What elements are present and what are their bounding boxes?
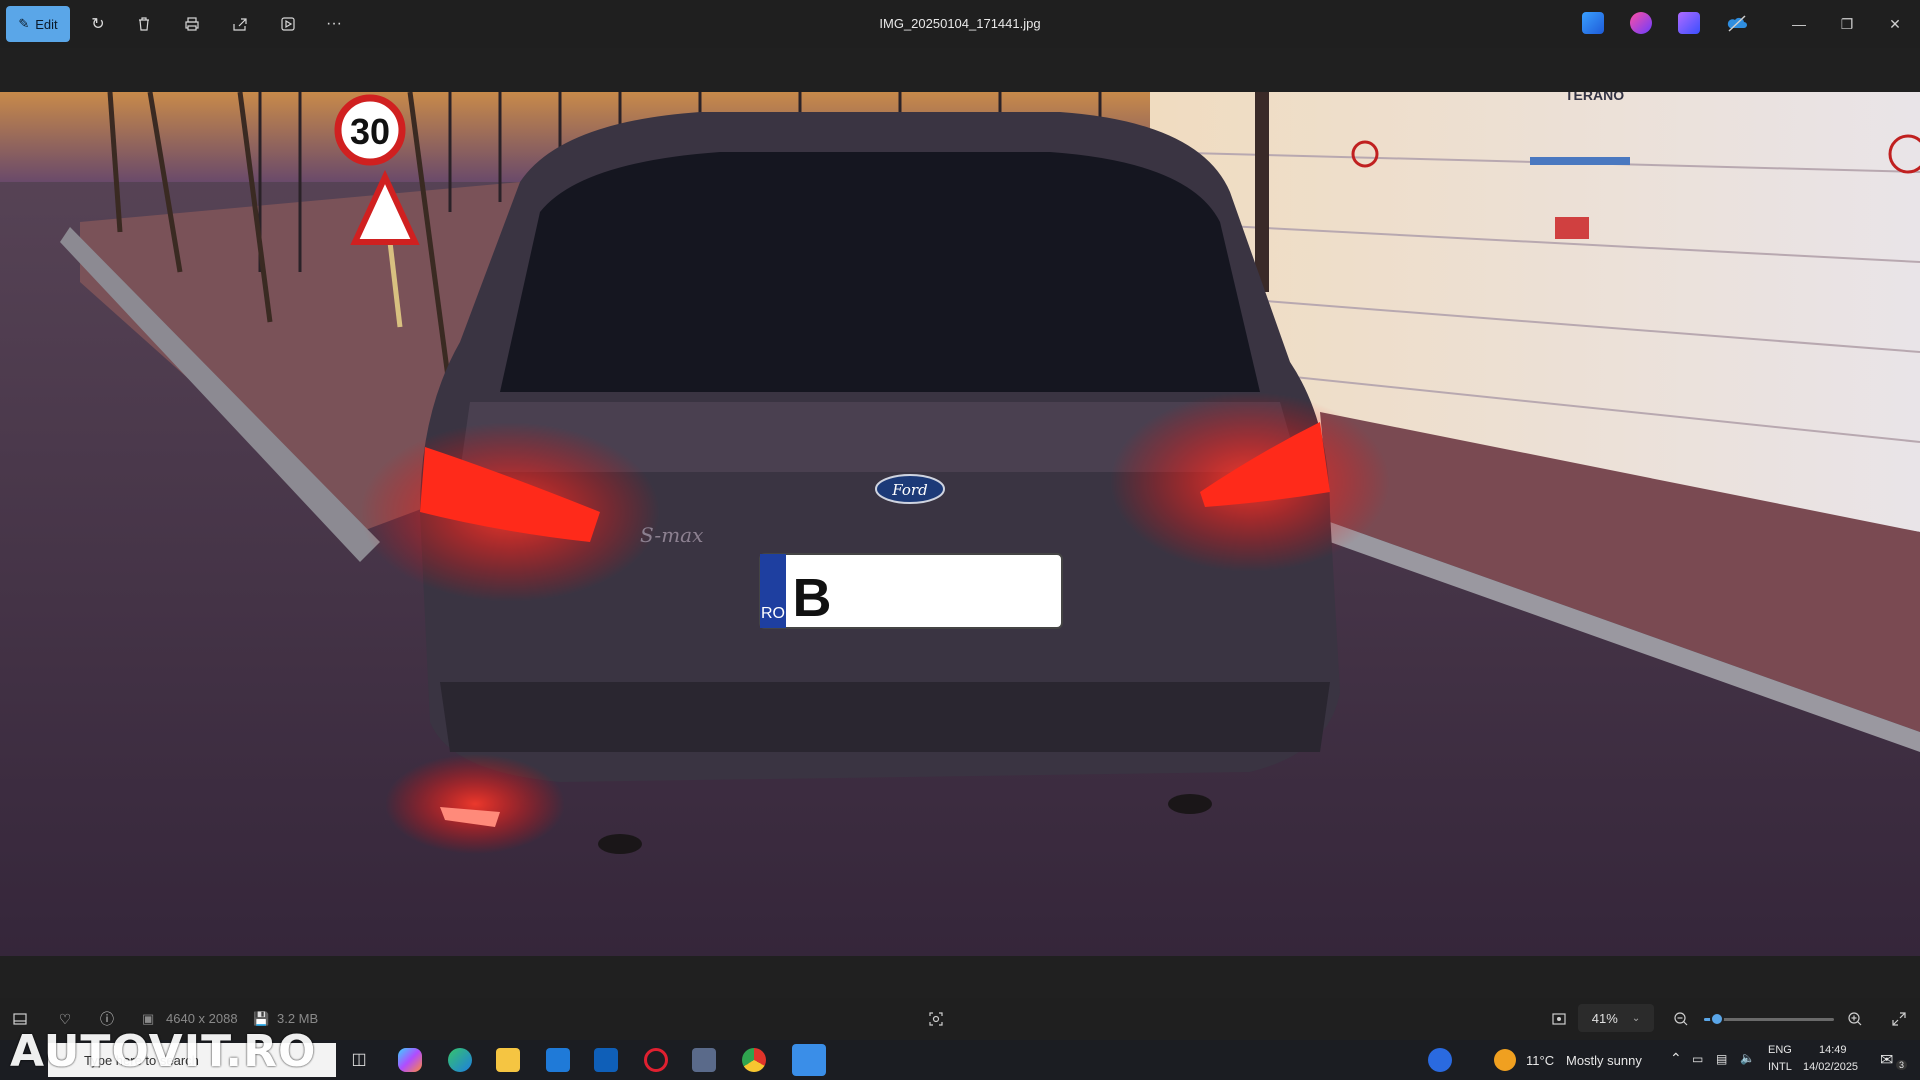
zoom-out-icon	[1674, 1012, 1688, 1026]
video-editor-icon[interactable]	[1678, 12, 1700, 34]
photo-image: TERANO 30 Ford S-max RO B	[0, 92, 1920, 956]
more-icon: ···	[326, 15, 342, 32]
more-options-button[interactable]: ···	[316, 6, 352, 42]
edit-label: Edit	[35, 16, 58, 32]
visual-search-button[interactable]	[925, 1008, 947, 1030]
edit-button[interactable]: ✎ Edit	[6, 6, 70, 42]
slideshow-icon	[281, 17, 295, 31]
calculator-icon[interactable]	[692, 1048, 716, 1072]
rotate-icon: ↻	[91, 16, 105, 33]
photo-canvas[interactable]: TERANO 30 Ford S-max RO B	[0, 92, 1920, 956]
language-secondary[interactable]: INTL	[1768, 1061, 1792, 1073]
close-icon: ✕	[1889, 15, 1901, 32]
speed-sign-text: 30	[350, 111, 390, 152]
edit-icon: ✎	[18, 16, 30, 31]
plate-letter-text: B	[793, 568, 832, 628]
clock-time[interactable]: 14:49	[1819, 1044, 1847, 1056]
file-size-icon: 💾	[253, 1011, 270, 1026]
brand-badge-text: Ford	[891, 481, 927, 499]
photos-icon[interactable]	[792, 1044, 826, 1076]
edge-icon[interactable]	[448, 1048, 472, 1072]
filmstrip-icon	[13, 1013, 27, 1025]
file-size: 3.2 MB	[277, 1011, 319, 1026]
slideshow-button[interactable]	[270, 6, 306, 42]
weather-icon[interactable]	[1494, 1049, 1516, 1071]
language-primary[interactable]: ENG	[1768, 1044, 1792, 1056]
opera-icon[interactable]	[644, 1048, 668, 1072]
notification-icon[interactable]: ✉	[1880, 1050, 1893, 1070]
delete-button[interactable]	[126, 6, 162, 42]
image-dimensions: 4640 x 2088	[166, 1011, 238, 1026]
help-icon[interactable]	[1428, 1048, 1452, 1072]
chevron-down-icon: ⌄	[1631, 1012, 1641, 1024]
restore-icon: ❐	[1840, 15, 1854, 32]
file-explorer-icon[interactable]	[496, 1048, 520, 1072]
print-button[interactable]	[174, 6, 210, 42]
task-view-icon[interactable]: ◫	[347, 1048, 371, 1072]
copilot-icon[interactable]	[398, 1048, 422, 1072]
share-icon	[233, 18, 247, 31]
temperature: 11°C	[1526, 1053, 1555, 1068]
zoom-value: 41%	[1591, 1010, 1618, 1026]
plate-country-text: RO	[761, 605, 785, 622]
print-icon	[185, 17, 199, 31]
zoom-in-icon	[1848, 1012, 1862, 1026]
minimize-button[interactable]: —	[1776, 6, 1822, 42]
actual-size-button[interactable]	[1548, 1008, 1570, 1030]
clock-date[interactable]: 14/02/2025	[1803, 1061, 1858, 1073]
restore-button[interactable]: ❐	[1824, 6, 1870, 42]
close-button[interactable]: ✕	[1872, 6, 1918, 42]
zoom-slider-thumb[interactable]	[1710, 1012, 1724, 1026]
battery-icon[interactable]: ▭	[1692, 1052, 1703, 1066]
title-bar: ✎ Edit ↻ ··· IMG_20250104_171441.jpg — ❐…	[0, 0, 1920, 48]
rotate-button[interactable]: ↻	[80, 6, 116, 42]
wall-sign-text: TERANO	[1565, 92, 1624, 103]
watermark-logo: AUTOVIT.RO	[10, 1026, 317, 1077]
zoom-dropdown[interactable]: 41% ⌄	[1578, 1004, 1654, 1032]
zoom-in-button[interactable]	[1844, 1008, 1866, 1030]
weather-status: Mostly sunny	[1566, 1053, 1642, 1068]
outlook-new-icon[interactable]	[546, 1048, 570, 1072]
delete-icon	[139, 17, 149, 31]
clipchamp-icon[interactable]	[1630, 12, 1652, 34]
zoom-out-button[interactable]	[1670, 1008, 1692, 1030]
minimize-icon: —	[1792, 16, 1806, 32]
notification-count: 3	[1896, 1060, 1908, 1070]
network-icon[interactable]: ▤	[1716, 1052, 1727, 1066]
chevron-up-icon[interactable]: ⌃	[1670, 1050, 1682, 1067]
heart-icon: ♡	[58, 1010, 72, 1027]
onedrive-icon[interactable]	[1726, 12, 1748, 34]
fullscreen-icon	[1892, 1012, 1906, 1026]
share-button[interactable]	[222, 6, 258, 42]
chrome-icon[interactable]	[742, 1048, 766, 1072]
actual-size-icon	[1552, 1013, 1566, 1025]
zoom-slider[interactable]	[1704, 1012, 1834, 1026]
dimensions-icon: ▣	[142, 1011, 155, 1026]
designer-icon[interactable]	[1582, 12, 1604, 34]
model-script-text: S-max	[640, 523, 703, 547]
visual-search-icon	[929, 1012, 943, 1026]
volume-icon[interactable]: 🔈	[1740, 1051, 1755, 1065]
fullscreen-button[interactable]	[1888, 1008, 1910, 1030]
outlook-icon[interactable]	[594, 1048, 618, 1072]
